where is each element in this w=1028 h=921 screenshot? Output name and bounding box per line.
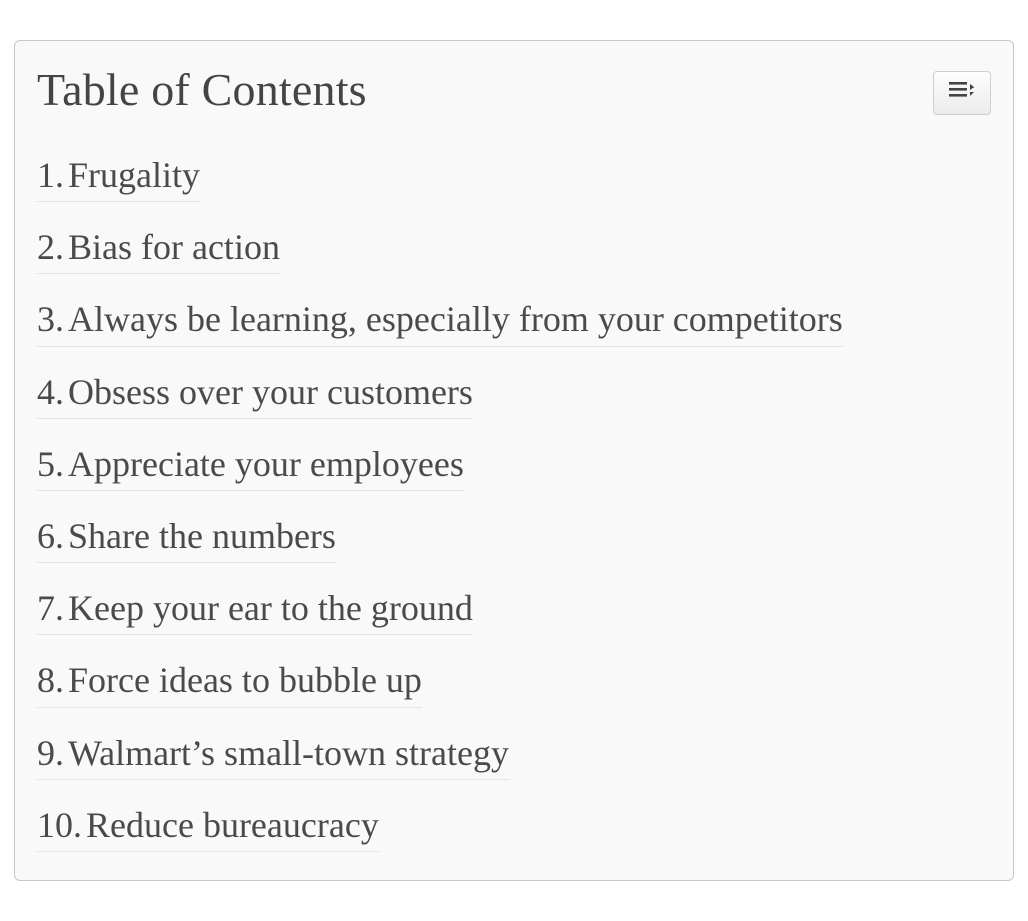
list-toggle-icon [949,81,975,106]
toc-item-number: 1. [37,155,64,195]
toc-item[interactable]: 5.Appreciate your employees [37,443,464,491]
toc-item[interactable]: 6.Share the numbers [37,515,336,563]
toc-item-label: Appreciate your employees [68,444,464,484]
toc-item[interactable]: 1.Frugality [37,154,200,202]
toc-title: Table of Contents [37,63,367,116]
toc-item-number: 10. [37,805,82,845]
toc-item-number: 8. [37,660,64,700]
toc-item-label: Obsess over your customers [68,372,473,412]
toc-item-label: Share the numbers [68,516,336,556]
toc-item-label: Keep your ear to the ground [68,588,473,628]
toc-item-number: 5. [37,444,64,484]
toc-item-label: Walmart’s small-town strategy [68,733,509,773]
table-of-contents: Table of Contents [14,40,1014,881]
toc-item-label: Reduce bureaucracy [86,805,379,845]
toc-item-number: 3. [37,299,64,339]
toc-item-number: 9. [37,733,64,773]
toc-item[interactable]: 7.Keep your ear to the ground [37,587,473,635]
toc-item[interactable]: 4.Obsess over your customers [37,371,473,419]
toc-item[interactable]: 3.Always be learning, especially from yo… [37,298,843,346]
toc-item-label: Bias for action [68,227,280,267]
toc-item-label: Frugality [68,155,200,195]
toc-item[interactable]: 9.Walmart’s small-town strategy [37,732,509,780]
toc-item-number: 7. [37,588,64,628]
toc-item-number: 6. [37,516,64,556]
toc-item[interactable]: 10.Reduce bureaucracy [37,804,379,852]
toc-item-label: Always be learning, especially from your… [68,299,843,339]
toc-item-number: 2. [37,227,64,267]
toc-item[interactable]: 8.Force ideas to bubble up [37,659,422,707]
toc-item-label: Force ideas to bubble up [68,660,422,700]
toc-item[interactable]: 2.Bias for action [37,226,280,274]
toc-toggle-button[interactable] [933,71,991,115]
toc-item-number: 4. [37,372,64,412]
toc-header: Table of Contents [37,63,991,130]
toc-list: 1.Frugality 2.Bias for action 3.Always b… [37,130,991,852]
